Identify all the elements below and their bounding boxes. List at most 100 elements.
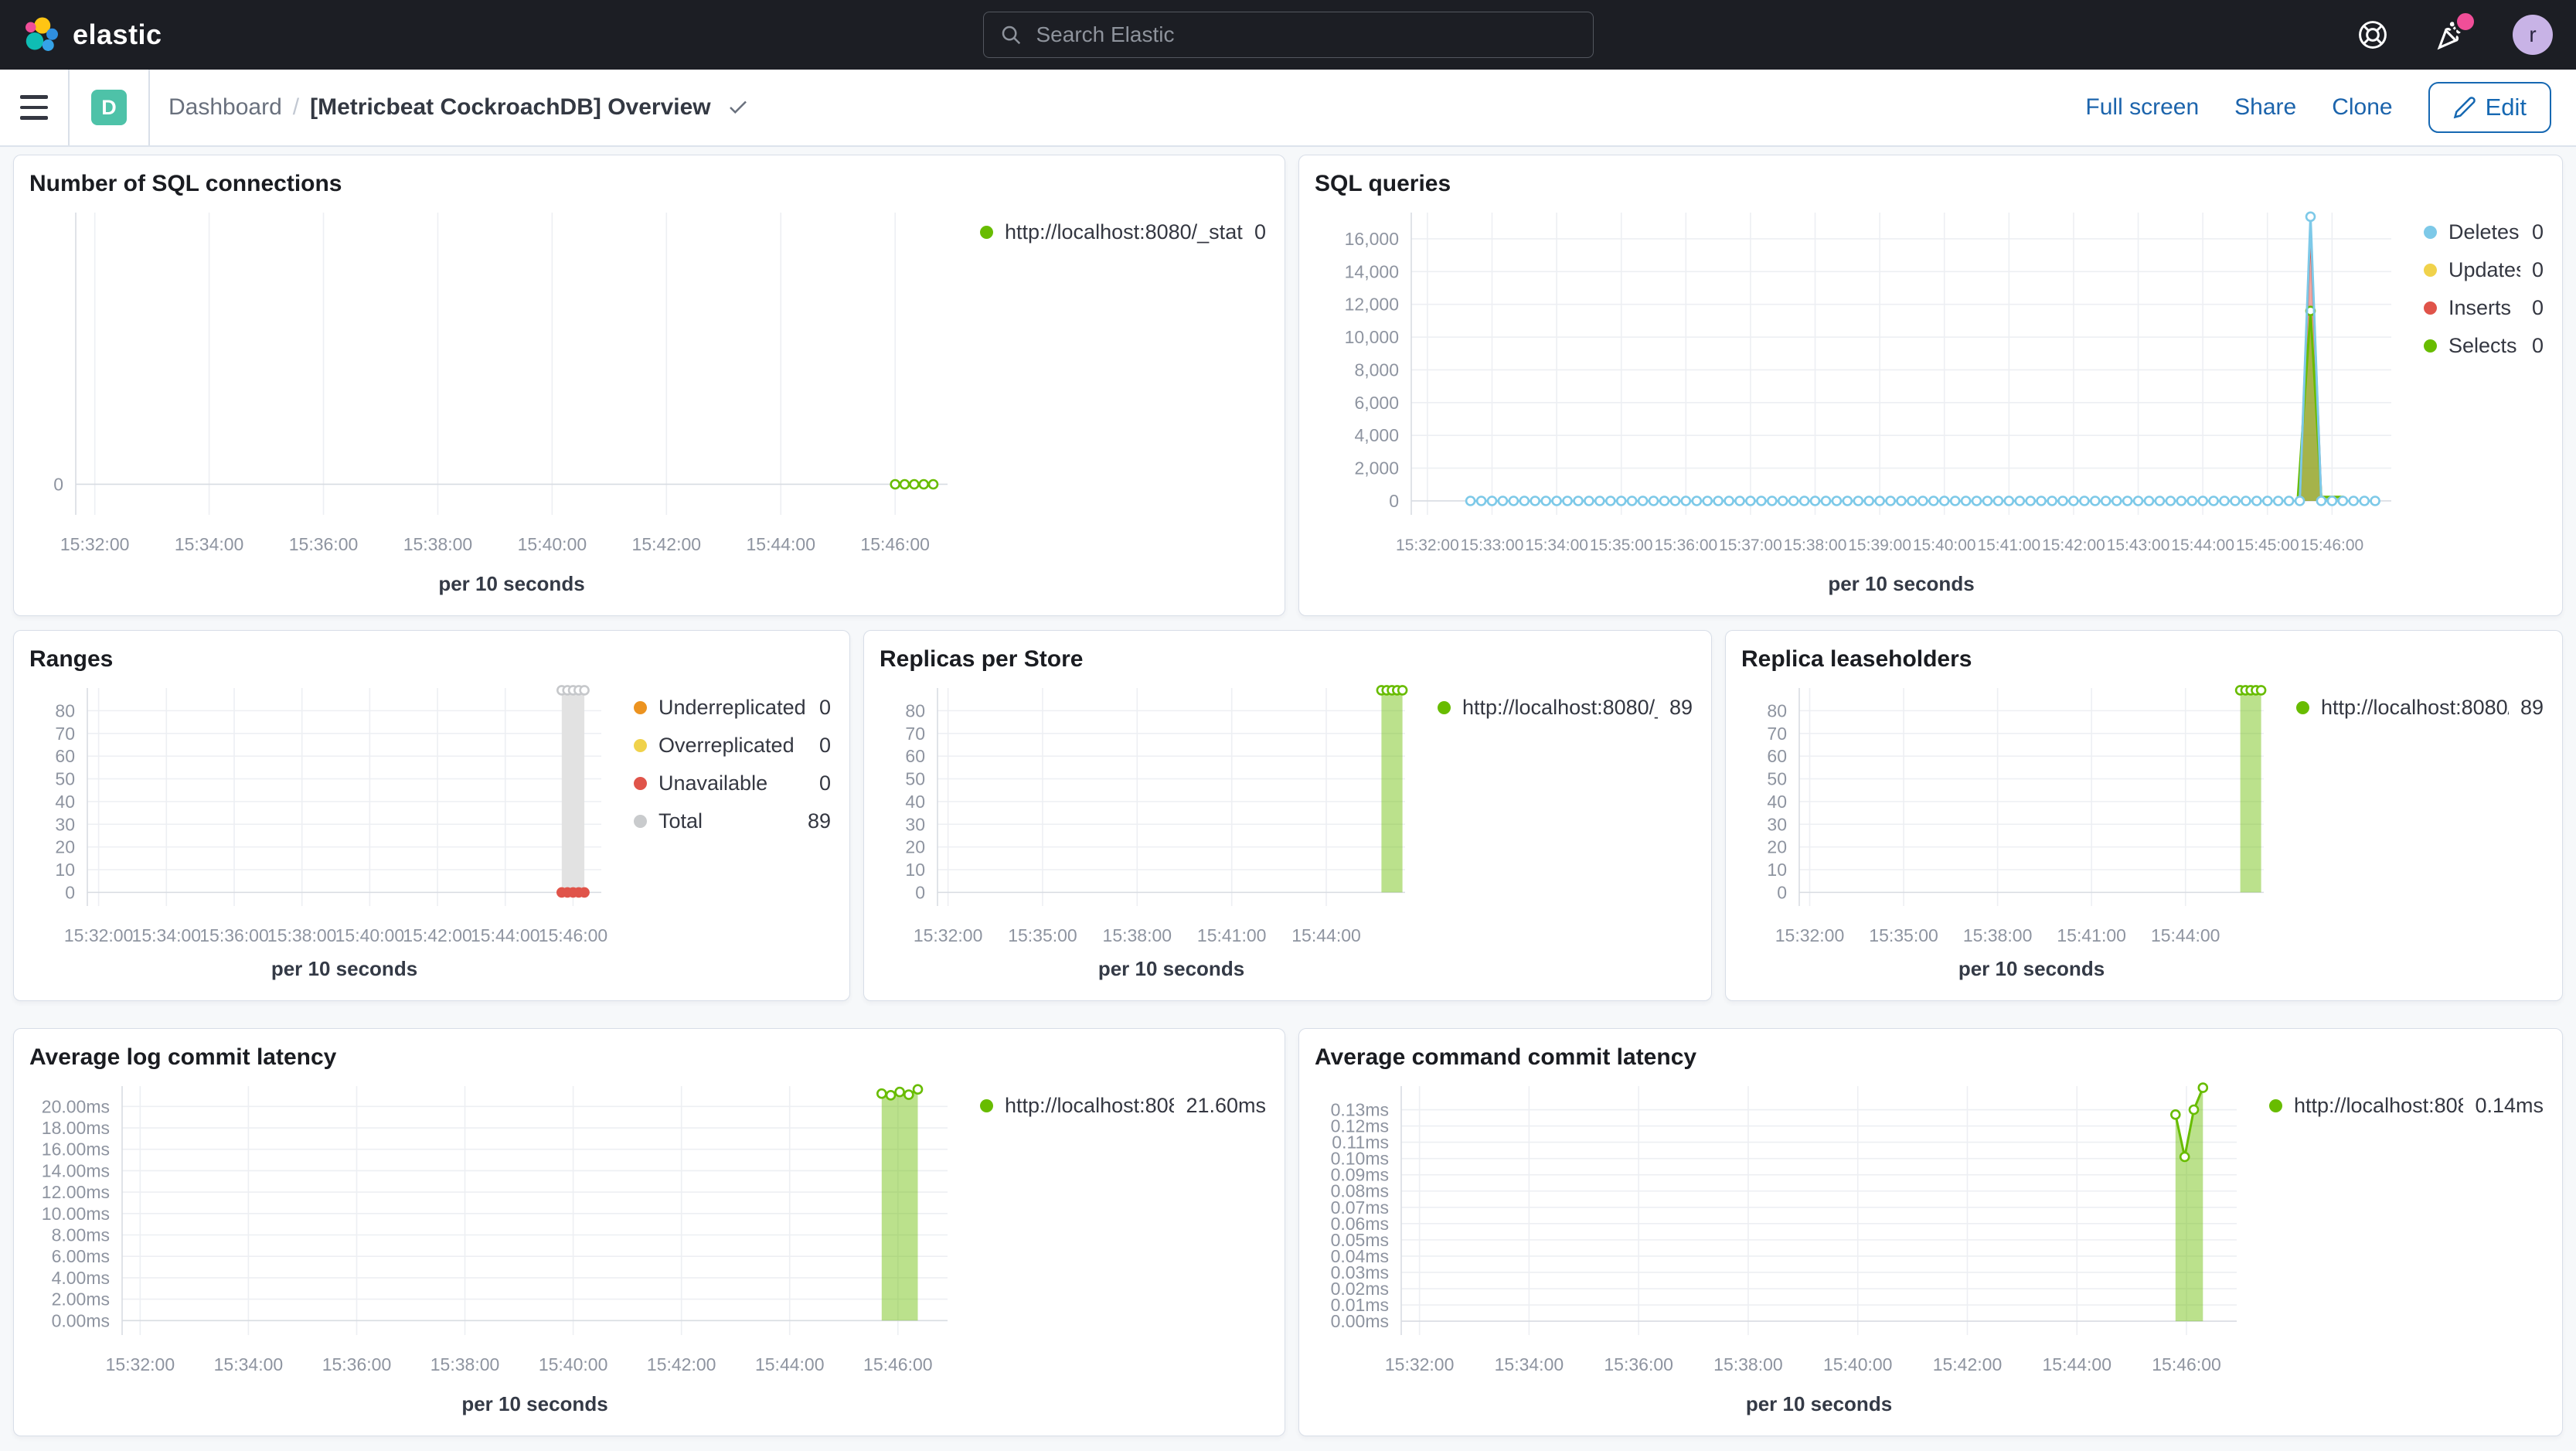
help-icon[interactable]: [2357, 19, 2389, 51]
legend-color-dot: [2424, 301, 2437, 315]
chart-plot: 15:32:00 15:35:00 15:38:00 15:41:00 15:44:00…: [1767, 685, 2267, 980]
svg-text:15:42:00: 15:42:00: [2042, 536, 2105, 554]
svg-text:15:32:00: 15:32:00: [914, 925, 983, 945]
svg-text:per 10 seconds: per 10 seconds: [271, 957, 417, 980]
legend-item[interactable]: http://localhost:808... 21.60ms: [980, 1094, 1266, 1118]
svg-text:15:32:00: 15:32:00: [64, 925, 134, 945]
news-icon[interactable]: [2434, 10, 2477, 52]
svg-text:15:43:00: 15:43:00: [2107, 536, 2170, 554]
legend-item[interactable]: Unavailable 0: [634, 771, 831, 795]
svg-text:0: 0: [53, 474, 63, 494]
svg-text:70: 70: [1767, 724, 1787, 744]
breadcrumb-separator: /: [292, 94, 300, 120]
svg-text:15:36:00: 15:36:00: [1604, 1354, 1673, 1374]
legend-value: 89: [2520, 696, 2544, 719]
svg-text:60: 60: [905, 746, 925, 766]
svg-text:15:44:00: 15:44:00: [471, 925, 540, 945]
svg-text:15:32:00: 15:32:00: [1396, 536, 1459, 554]
svg-text:10: 10: [1767, 860, 1787, 880]
avatar[interactable]: r: [2513, 15, 2553, 55]
svg-text:8,000: 8,000: [1354, 359, 1399, 380]
legend-label: Inserts: [2448, 296, 2512, 319]
legend-color-dot: [980, 226, 993, 239]
svg-text:15:38:00: 15:38:00: [403, 534, 473, 554]
legend-item[interactable]: Total 89: [634, 809, 831, 833]
global-search[interactable]: [982, 12, 1594, 58]
legend-color-dot: [2424, 226, 2437, 239]
svg-text:4.00ms: 4.00ms: [52, 1268, 110, 1288]
svg-text:20.00ms: 20.00ms: [42, 1096, 110, 1116]
svg-text:15:34:00: 15:34:00: [175, 534, 244, 554]
chart-legend: http://localhost:808... 21.60ms: [960, 1075, 1269, 1422]
chart-average-log-commit-latency: 15:32:00 15:34:00 15:36:00 15:38:00 15:40:00…: [29, 1075, 1269, 1422]
svg-text:50: 50: [55, 769, 75, 789]
svg-text:80: 80: [55, 700, 75, 720]
svg-text:10: 10: [905, 860, 925, 880]
svg-text:15:38:00: 15:38:00: [1784, 536, 1847, 554]
panel-replica-leaseholders: Replica leaseholders 15:32:00 15:35:00 15:…: [1725, 630, 2563, 1001]
svg-text:15:37:00: 15:37:00: [1719, 536, 1782, 554]
chart-number-of-sql-connections: 15:32:00 15:34:00 15:36:00 15:38:00 15:40:00…: [29, 202, 1269, 601]
svg-text:15:38:00: 15:38:00: [1713, 1354, 1783, 1374]
svg-text:15:42:00: 15:42:00: [632, 534, 702, 554]
legend-value: 0: [818, 734, 831, 757]
svg-text:10.00ms: 10.00ms: [42, 1204, 110, 1224]
legend-item[interactable]: http://localhost:8080... 0.14ms: [2269, 1094, 2544, 1118]
svg-text:15:44:00: 15:44:00: [2151, 925, 2220, 945]
svg-text:0: 0: [1389, 491, 1399, 511]
full-screen-button[interactable]: Full screen: [2085, 94, 2199, 121]
svg-text:15:46:00: 15:46:00: [2300, 536, 2363, 554]
svg-text:per 10 seconds: per 10 seconds: [461, 1392, 607, 1415]
legend-label: http://localhost:8080/_stat...: [1005, 220, 1243, 244]
legend-value: 0: [2531, 334, 2544, 357]
svg-text:18.00ms: 18.00ms: [42, 1118, 110, 1138]
legend-item[interactable]: Underreplicated 0: [634, 696, 831, 720]
svg-text:6.00ms: 6.00ms: [52, 1246, 110, 1266]
svg-text:15:35:00: 15:35:00: [1869, 925, 1938, 945]
svg-text:50: 50: [1767, 769, 1787, 789]
svg-text:30: 30: [55, 814, 75, 834]
chart-plot: 15:32:00 15:34:00 15:36:00 15:38:00 15:40:00…: [1331, 1082, 2237, 1415]
legend-label: http://localhost:8080...: [2294, 1094, 2464, 1117]
legend-value: 89: [1669, 696, 1693, 719]
legend-item[interactable]: Selects 0: [2424, 334, 2544, 358]
legend-value: 0: [2531, 258, 2544, 281]
menu-icon[interactable]: [20, 95, 48, 120]
chart-replica-leaseholders: 15:32:00 15:35:00 15:38:00 15:41:00 15:44:00…: [1741, 677, 2547, 986]
clone-button[interactable]: Clone: [2332, 94, 2392, 121]
svg-text:0: 0: [915, 882, 925, 902]
svg-text:70: 70: [55, 724, 75, 744]
chart-average-command-commit-latency: 15:32:00 15:34:00 15:36:00 15:38:00 15:40:00…: [1315, 1075, 2547, 1422]
svg-text:20: 20: [905, 837, 925, 857]
svg-text:16,000: 16,000: [1345, 229, 1399, 249]
search-input[interactable]: [1034, 22, 1577, 48]
svg-text:15:34:00: 15:34:00: [214, 1354, 284, 1374]
legend-item[interactable]: http://localhost:8080/_sta... 89: [1438, 696, 1693, 720]
share-button[interactable]: Share: [2234, 94, 2296, 121]
top-toolbar: D Dashboard / [Metricbeat CockroachDB] O…: [0, 70, 2576, 147]
legend-item[interactable]: Deletes 0: [2424, 220, 2544, 244]
panel-number-of-sql-connections: Number of SQL connections 15:32:00 15:34:…: [13, 155, 1285, 616]
svg-text:80: 80: [905, 700, 925, 720]
dashboard-app-badge[interactable]: D: [91, 90, 127, 125]
legend-item[interactable]: http://localhost:8080/_stat... 0: [980, 220, 1266, 244]
legend-item[interactable]: http://localhost:8080/_sta... 89: [2296, 696, 2544, 720]
legend-item[interactable]: Overreplicated 0: [634, 734, 831, 758]
svg-text:per 10 seconds: per 10 seconds: [1828, 572, 1974, 595]
svg-text:20: 20: [1767, 837, 1787, 857]
svg-text:0: 0: [65, 882, 75, 902]
legend-item[interactable]: Updates 0: [2424, 258, 2544, 282]
svg-text:15:38:00: 15:38:00: [430, 1354, 500, 1374]
breadcrumb-dashboard[interactable]: Dashboard: [168, 94, 282, 121]
svg-text:15:32:00: 15:32:00: [60, 534, 130, 554]
legend-label: Overreplicated: [658, 734, 795, 757]
elastic-logo[interactable]: elastic: [23, 16, 983, 53]
legend-value: 21.60ms: [1186, 1094, 1266, 1117]
svg-text:15:38:00: 15:38:00: [267, 925, 337, 945]
svg-text:15:32:00: 15:32:00: [1385, 1354, 1455, 1374]
edit-button[interactable]: Edit: [2428, 82, 2551, 133]
panel-title: Replicas per Store: [880, 646, 1084, 672]
legend-item[interactable]: Inserts 0: [2424, 296, 2544, 320]
elastic-logo-icon: [26, 17, 58, 51]
chart-legend: http://localhost:8080/_stat... 0: [960, 202, 1269, 601]
